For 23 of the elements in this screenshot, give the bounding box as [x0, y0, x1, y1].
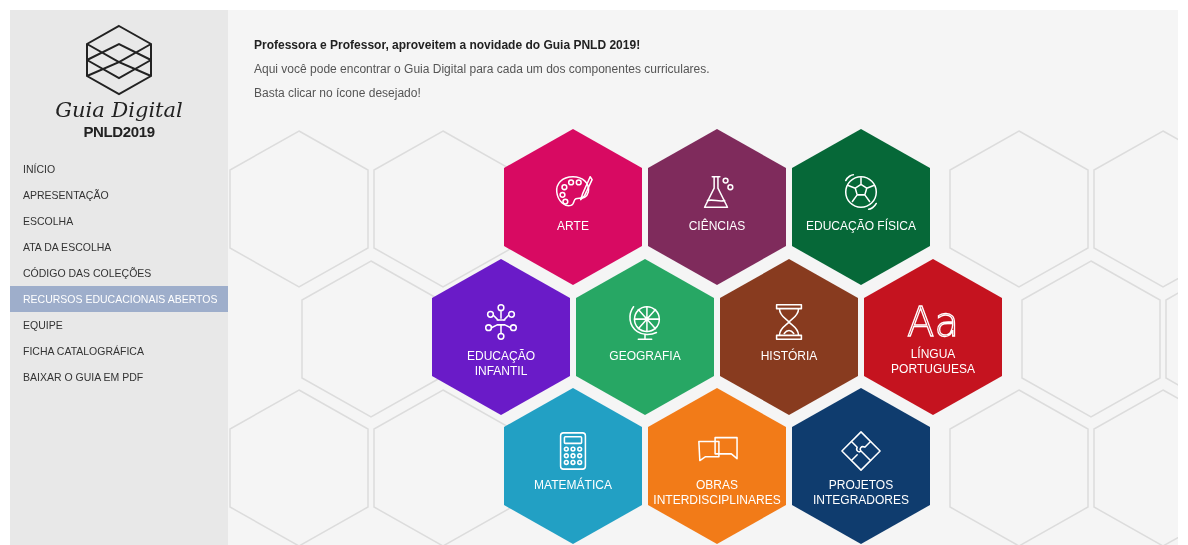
sidebar-item[interactable]: BAIXAR O GUIA EM PDF — [10, 364, 228, 390]
subject-tile[interactable]: ARTE — [504, 129, 642, 285]
sidebar-item[interactable]: CÓDIGO DAS COLEÇÕES — [10, 260, 228, 286]
logo-title: Guia Digital — [55, 97, 183, 124]
puzzle-icon — [839, 430, 883, 472]
subject-tile[interactable]: EDUCAÇÃO INFANTIL — [432, 259, 570, 415]
sidebar-item[interactable]: APRESENTAÇÃO — [10, 182, 228, 208]
sidebar-item[interactable]: ESCOLHA — [10, 208, 228, 234]
intro-text: Aqui você pode encontrar o Guia Digital para cada um dos componentes curriculares. — [254, 61, 710, 78]
sidebar-item[interactable]: ATA DA ESCOLHA — [10, 234, 228, 260]
logo-subtitle: PNLD2019 — [83, 123, 155, 142]
sidebar-item[interactable]: INÍCIO — [10, 156, 228, 182]
subject-tile[interactable]: CIÊNCIAS — [648, 129, 786, 285]
subject-tile[interactable]: EDUCAÇÃO FÍSICA — [792, 129, 930, 285]
sidebar-item[interactable]: FICHA CATALOGRÁFICA — [10, 338, 228, 364]
letters-icon: Aa — [907, 301, 959, 341]
intro-heading: Professora e Professor, aproveitem a novidade do Guia PNLD 2019! — [254, 37, 642, 54]
subject-tile[interactable]: Aa LÍNGUA PORTUGUESA — [864, 259, 1002, 415]
logo-cube-icon — [84, 24, 154, 96]
subject-tile[interactable]: PROJETOS INTEGRADORES — [792, 388, 930, 544]
sidebar-item[interactable]: EQUIPE — [10, 312, 228, 338]
subject-tile[interactable]: HISTÓRIA — [720, 259, 858, 415]
intro-text: Basta clicar no ícone desejado! — [254, 85, 422, 102]
